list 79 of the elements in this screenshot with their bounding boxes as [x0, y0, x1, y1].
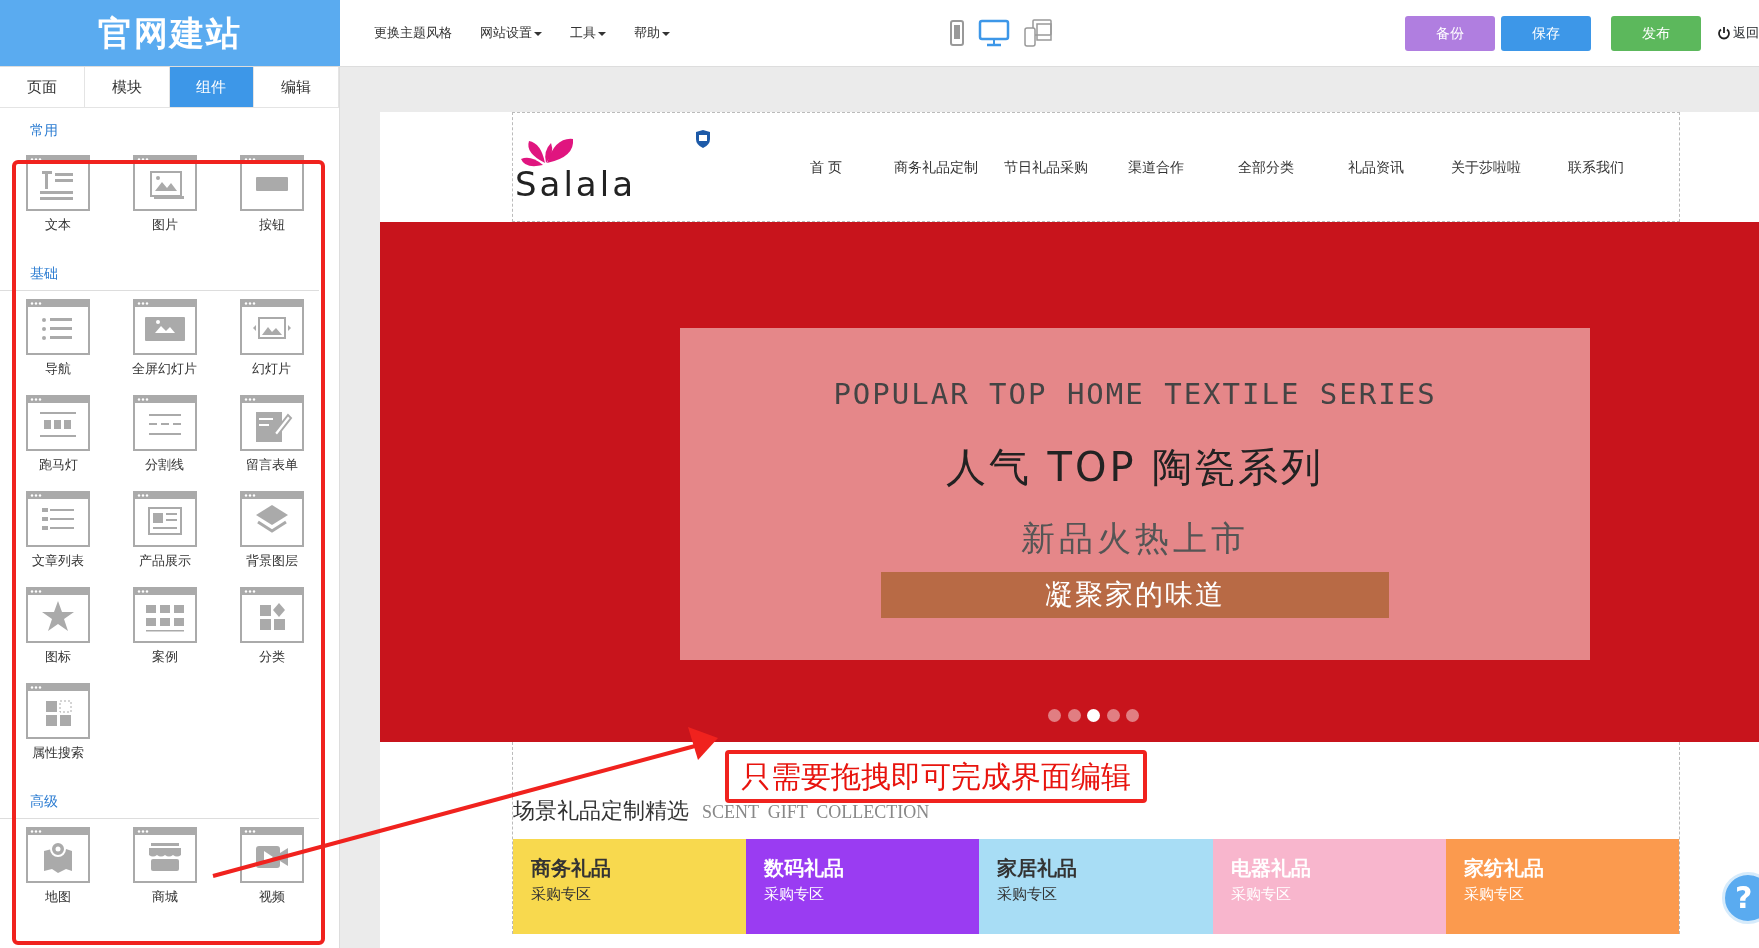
shield-icon	[695, 129, 711, 149]
menu-item[interactable]: 网站设置	[466, 23, 556, 43]
phone-icon[interactable]	[949, 20, 965, 46]
banner-slogan: 凝聚家的味道	[881, 571, 1389, 618]
component-item[interactable]: 文本	[16, 155, 101, 233]
list-widget-icon	[26, 299, 91, 355]
banner-subtitle: POPULAR TOP HOME TEXTILE SERIES	[833, 376, 1437, 413]
component-item[interactable]: 跑马灯	[16, 395, 101, 473]
nav-link[interactable]: 全部分类	[1211, 156, 1321, 178]
map-widget-icon	[26, 827, 91, 883]
marquee-widget-icon	[26, 395, 91, 451]
form-widget-icon	[239, 395, 304, 451]
site-logo[interactable]: Salala	[515, 133, 695, 201]
menu-item[interactable]: 工具	[556, 23, 620, 43]
section-title: 场景礼品定制精选	[513, 797, 689, 825]
sidebar-tab[interactable]: 模块	[84, 67, 170, 108]
component-item[interactable]: 幻灯片	[229, 299, 314, 377]
grid-widget-icon	[133, 587, 197, 643]
app-title: 官网建站	[98, 11, 242, 55]
monitor-icon[interactable]	[978, 19, 1010, 47]
slider-widget-icon	[239, 299, 304, 355]
carousel-dot[interactable]	[1067, 709, 1081, 722]
component-item[interactable]: 导航	[16, 299, 101, 377]
article-list-widget-icon	[26, 491, 91, 547]
component-item[interactable]: 留言表单	[229, 395, 314, 473]
layers-widget-icon	[239, 491, 304, 547]
component-item[interactable]: 按钮	[229, 155, 314, 233]
component-item[interactable]: 全屏幻灯片	[123, 299, 207, 377]
component-item[interactable]: 案例	[123, 587, 207, 665]
nav-link[interactable]: 节日礼品采购	[991, 156, 1101, 178]
nav-link[interactable]: 联系我们	[1541, 156, 1651, 178]
menu-item[interactable]: 更换主题风格	[360, 23, 466, 43]
sidebar-tab[interactable]: 编辑	[254, 67, 339, 108]
product-widget-icon	[133, 491, 197, 547]
group-heading: 高级	[0, 779, 319, 819]
category-card[interactable]: 数码礼品 采购专区	[746, 839, 980, 934]
component-item[interactable]: 视频	[229, 827, 314, 905]
group-heading: 基础	[0, 251, 319, 291]
component-item[interactable]: 产品展示	[123, 491, 207, 569]
nav-link[interactable]: 首 页	[771, 156, 881, 178]
nav-link[interactable]: 渠道合作	[1101, 156, 1211, 178]
banner-tagline: 新品火热上市	[1021, 516, 1249, 560]
fullscreen-slider-widget-icon	[133, 299, 197, 355]
carousel-dot[interactable]	[1087, 709, 1100, 722]
component-item[interactable]: 文章列表	[16, 491, 101, 569]
component-item[interactable]: 属性搜索	[16, 683, 101, 761]
category-widget-icon	[239, 587, 304, 643]
component-item[interactable]: 分类	[229, 587, 314, 665]
star-widget-icon	[26, 587, 91, 643]
section-subtitle: SCENT GIFT COLLECTION	[702, 801, 930, 824]
component-item[interactable]: 背景图层	[229, 491, 314, 569]
carousel-dot[interactable]	[1106, 709, 1120, 722]
button-widget-icon	[239, 155, 304, 211]
banner-title: 人气 TOP 陶瓷系列	[945, 442, 1325, 492]
nav-link[interactable]: 礼品资讯	[1321, 156, 1431, 178]
carousel-dot[interactable]	[1048, 709, 1061, 722]
group-heading: 常用	[29, 121, 59, 140]
category-card[interactable]: 家居礼品 采购专区	[979, 839, 1213, 934]
devices-icon[interactable]	[1023, 18, 1053, 48]
text-widget-icon	[26, 155, 91, 211]
filter-widget-icon	[26, 683, 91, 739]
annotation-label: 只需要拖拽即可完成界面编辑	[725, 750, 1147, 803]
component-item[interactable]: 商城	[123, 827, 207, 905]
menu-item[interactable]: 帮助	[620, 23, 684, 43]
image-widget-icon	[133, 155, 197, 211]
sidebar-tab[interactable]: 页面	[0, 67, 85, 108]
component-item[interactable]: 分割线	[123, 395, 207, 473]
power-icon	[1717, 26, 1731, 40]
component-item[interactable]: 图标	[16, 587, 101, 665]
category-card[interactable]: 商务礼品 采购专区	[513, 839, 747, 934]
exit-link[interactable]: 返回	[1717, 23, 1759, 43]
video-widget-icon	[239, 827, 304, 883]
nav-link[interactable]: 关于莎啦啦	[1431, 156, 1541, 178]
carousel-dot[interactable]	[1126, 709, 1139, 722]
component-item[interactable]: 图片	[123, 155, 207, 233]
component-item[interactable]: 地图	[16, 827, 101, 905]
divider-widget-icon	[133, 395, 197, 451]
shop-widget-icon	[133, 827, 197, 883]
nav-link[interactable]: 商务礼品定制	[881, 156, 991, 178]
